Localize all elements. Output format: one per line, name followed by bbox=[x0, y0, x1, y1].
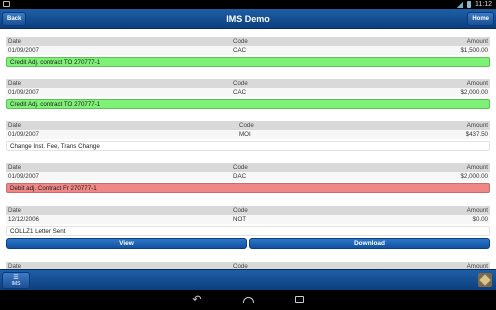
record-amount: $1,500.00 bbox=[460, 47, 488, 54]
record-date: 01/09/2007 bbox=[8, 173, 39, 180]
transaction-record: Date Code Amount 12/12/2006 NOT $0.00 CO… bbox=[6, 206, 490, 249]
record-values-row: 01/09/2007 CAC $2,000.00 bbox=[6, 88, 490, 97]
wifi-icon bbox=[456, 1, 463, 8]
record-header-row: Date Code Amount bbox=[6, 163, 490, 172]
app-launcher-icon[interactable] bbox=[478, 273, 492, 287]
record-note: COLLZ1 Letter Sent bbox=[6, 226, 490, 236]
record-values-row: 01/09/2007 MOI $437.50 bbox=[6, 130, 490, 139]
record-note: Credit Adj. contract TO 270777-1 bbox=[6, 99, 490, 109]
system-nav-bar: ↶ bbox=[0, 290, 496, 310]
transaction-record: Date Code Amount bbox=[6, 262, 490, 269]
status-time: 11:12 bbox=[475, 1, 492, 8]
code-header: Code bbox=[233, 164, 248, 171]
date-header: Date bbox=[8, 263, 22, 269]
record-amount: $2,000.00 bbox=[460, 173, 488, 180]
ims-tab-button[interactable]: ☰ IMS bbox=[2, 272, 30, 289]
code-header: Code bbox=[233, 80, 248, 87]
transaction-record: Date Code Amount 01/09/2007 CAC $2,000.0… bbox=[6, 79, 490, 109]
record-note: Credit Adj. contract TO 270777-1 bbox=[6, 57, 490, 67]
record-values-row: 12/12/2006 NOT $0.00 bbox=[6, 215, 490, 224]
bottom-toolbar: ☰ IMS bbox=[0, 269, 496, 290]
home-button[interactable]: Home bbox=[467, 12, 494, 26]
transaction-record: Date Code Amount 01/09/2007 CAC $1,500.0… bbox=[6, 37, 490, 67]
transaction-record: Date Code Amount 01/09/2007 MOI $437.50 … bbox=[6, 121, 490, 151]
record-header-row: Date Code Amount bbox=[6, 206, 490, 215]
amount-header: Amount bbox=[466, 263, 488, 269]
view-button[interactable]: View bbox=[6, 238, 247, 249]
record-amount: $437.50 bbox=[465, 131, 488, 138]
recent-apps-icon[interactable] bbox=[292, 293, 306, 307]
code-header: Code bbox=[233, 207, 248, 214]
date-header: Date bbox=[8, 38, 22, 45]
battery-icon bbox=[467, 1, 471, 8]
code-header: Code bbox=[239, 122, 254, 129]
record-note: Change Inst. Fee, Trans Change bbox=[6, 141, 490, 151]
record-date: 01/09/2007 bbox=[8, 131, 39, 138]
record-date: 01/09/2007 bbox=[8, 89, 39, 96]
amount-header: Amount bbox=[466, 122, 488, 129]
date-header: Date bbox=[8, 164, 22, 171]
code-header: Code bbox=[233, 263, 248, 269]
notification-icon bbox=[3, 1, 10, 7]
record-header-row: Date Code Amount bbox=[6, 37, 490, 46]
date-header: Date bbox=[8, 207, 22, 214]
download-button[interactable]: Download bbox=[249, 238, 490, 249]
record-date: 12/12/2006 bbox=[8, 216, 39, 223]
record-date: 01/09/2007 bbox=[8, 47, 39, 54]
record-code: CAC bbox=[233, 89, 247, 96]
amount-header: Amount bbox=[466, 38, 488, 45]
record-header-row: Date Code Amount bbox=[6, 79, 490, 88]
date-header: Date bbox=[8, 122, 22, 129]
transaction-record: Date Code Amount 01/09/2007 DAC $2,000.0… bbox=[6, 163, 490, 193]
ims-tab-label: IMS bbox=[11, 281, 21, 287]
page-title: IMS Demo bbox=[226, 14, 270, 24]
record-code: NOT bbox=[233, 216, 247, 223]
status-right: 11:12 bbox=[456, 0, 492, 9]
back-arrow-icon[interactable]: ↶ bbox=[190, 293, 204, 307]
record-note: Debit adj. Contract Fr 270777-1 bbox=[6, 183, 490, 193]
home-icon[interactable] bbox=[241, 293, 255, 307]
record-actions: View Download bbox=[6, 238, 490, 249]
record-code: DAC bbox=[233, 173, 247, 180]
code-header: Code bbox=[233, 38, 248, 45]
amount-header: Amount bbox=[466, 164, 488, 171]
amount-header: Amount bbox=[466, 207, 488, 214]
app-header: Back IMS Demo Home bbox=[0, 9, 496, 29]
record-header-row: Date Code Amount bbox=[6, 121, 490, 130]
record-code: CAC bbox=[233, 47, 247, 54]
date-header: Date bbox=[8, 80, 22, 87]
record-header-row: Date Code Amount bbox=[6, 262, 490, 269]
record-values-row: 01/09/2007 CAC $1,500.00 bbox=[6, 46, 490, 55]
amount-header: Amount bbox=[466, 80, 488, 87]
status-bar: 11:12 bbox=[0, 0, 496, 9]
record-amount: $0.00 bbox=[472, 216, 488, 223]
transaction-list[interactable]: Date Code Amount 01/09/2007 CAC $1,500.0… bbox=[0, 30, 496, 269]
record-values-row: 01/09/2007 DAC $2,000.00 bbox=[6, 172, 490, 181]
record-code: MOI bbox=[239, 131, 251, 138]
record-amount: $2,000.00 bbox=[460, 89, 488, 96]
